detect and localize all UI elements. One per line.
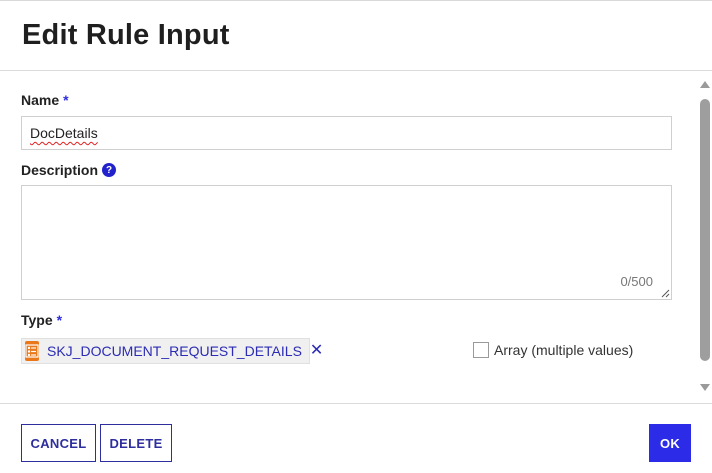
name-required-mark: * (63, 92, 69, 108)
delete-button[interactable]: DELETE (100, 424, 172, 462)
type-tag[interactable]: SKJ_DOCUMENT_REQUEST_DETAILS ✕ (21, 338, 323, 364)
scroll-up-arrow-icon[interactable] (700, 81, 710, 88)
scroll-down-arrow-icon[interactable] (700, 384, 710, 391)
description-textarea[interactable]: 0/500 (21, 185, 672, 300)
description-char-counter: 0/500 (620, 274, 653, 289)
description-label-row: Description ? (21, 162, 117, 178)
dialog-body: Name * DocDetails Description ? 0/500 Ty… (0, 72, 712, 403)
type-label: Type (21, 312, 53, 328)
array-label: Array (multiple values) (494, 342, 634, 358)
cancel-button[interactable]: CANCEL (21, 424, 96, 462)
dialog-header: Edit Rule Input (0, 1, 712, 71)
remove-type-icon[interactable]: ✕ (310, 343, 323, 359)
array-checkbox[interactable] (473, 342, 489, 358)
type-label-row: Type * (21, 312, 62, 328)
description-label: Description (21, 162, 99, 178)
resize-handle-icon[interactable] (660, 288, 670, 298)
array-checkbox-row[interactable]: Array (multiple values) (473, 342, 633, 358)
name-label: Name (21, 92, 60, 108)
type-value[interactable]: SKJ_DOCUMENT_REQUEST_DETAILS (47, 343, 302, 359)
help-icon[interactable]: ? (102, 163, 117, 177)
dialog-title: Edit Rule Input (22, 19, 230, 51)
name-label-row: Name * (21, 92, 69, 108)
name-input[interactable]: DocDetails (21, 116, 672, 150)
vertical-scrollbar[interactable] (698, 72, 712, 403)
type-required-mark: * (56, 312, 63, 328)
scroll-thumb[interactable] (700, 99, 710, 361)
name-input-value: DocDetails (30, 125, 98, 141)
dialog-footer: CANCEL DELETE OK (0, 403, 712, 473)
edit-rule-input-dialog: Edit Rule Input Name * DocDetails Descri… (0, 0, 712, 473)
record-type-icon (25, 341, 39, 361)
ok-button[interactable]: OK (649, 424, 691, 462)
